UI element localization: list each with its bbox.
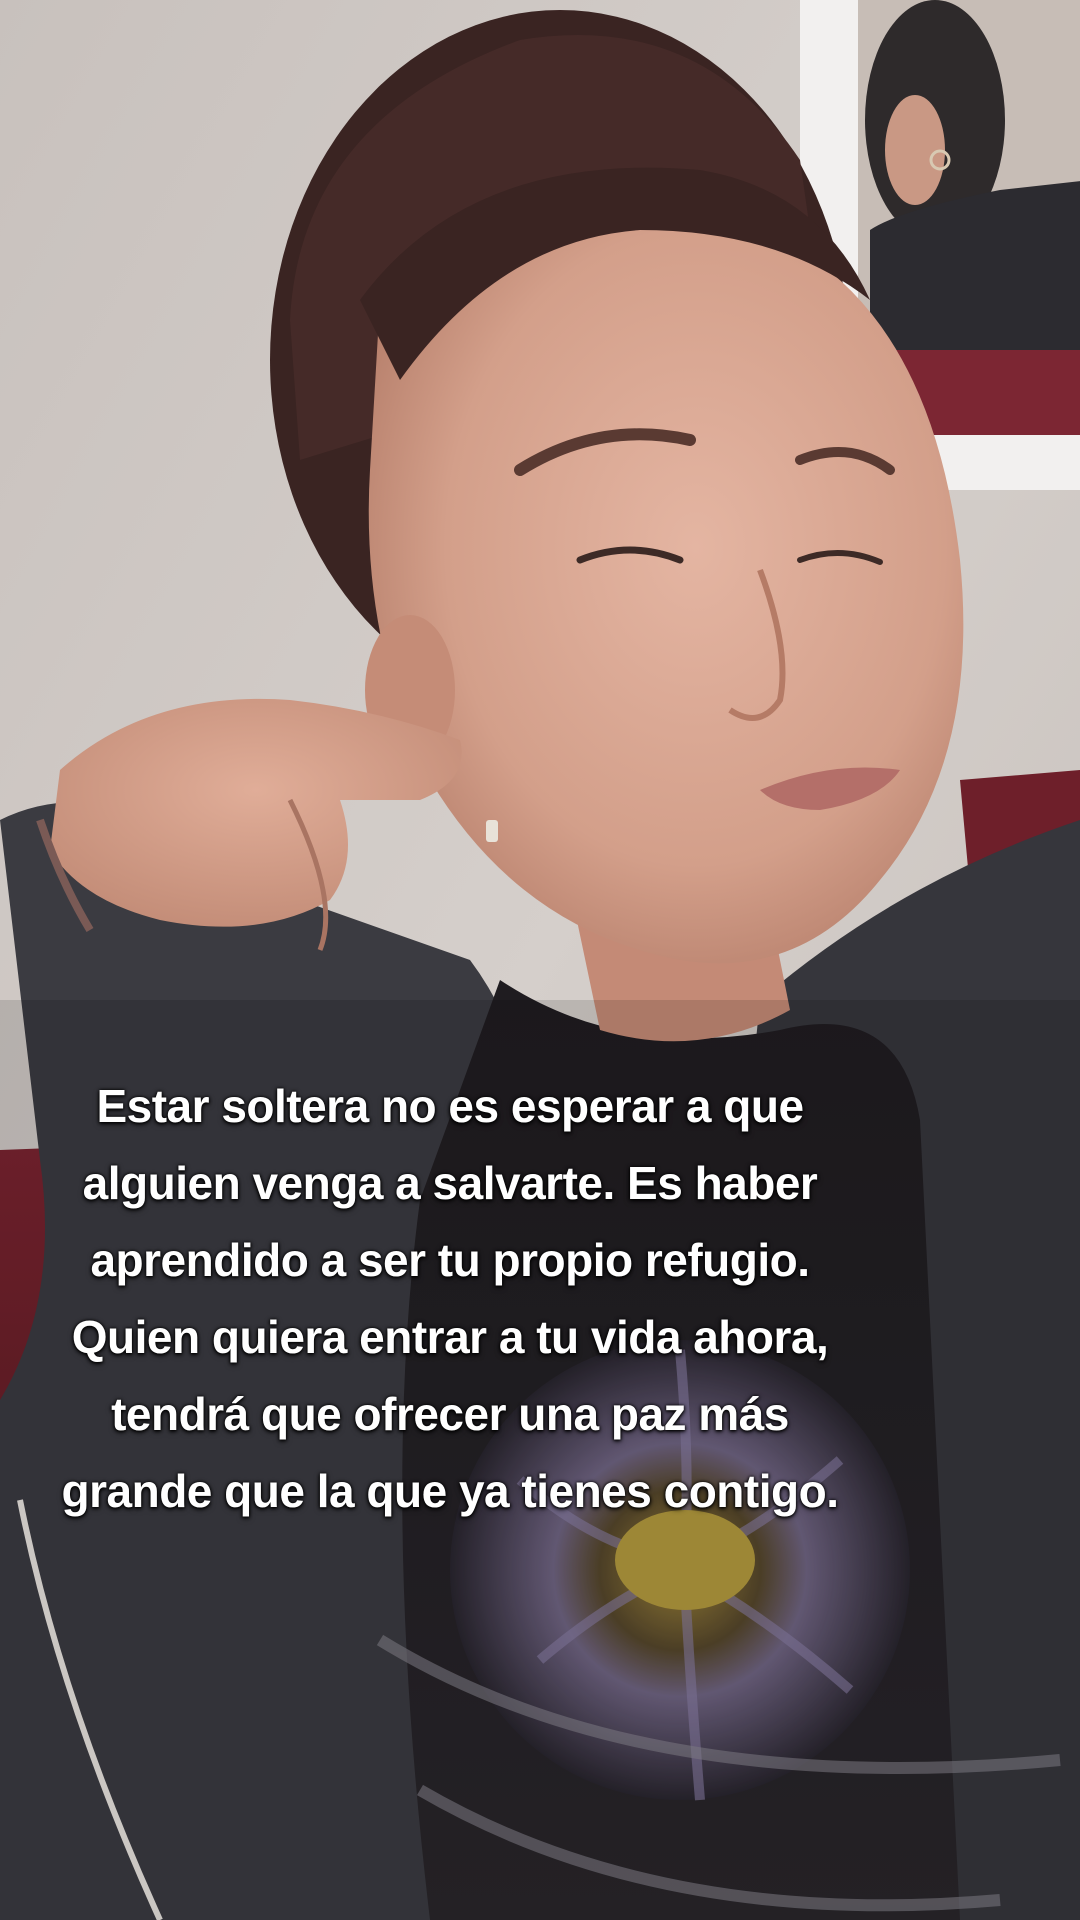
- caption-line-1: Estar soltera no es esperar a que: [96, 1080, 804, 1132]
- overlay-caption: Estar soltera no es esperar a que alguie…: [0, 1068, 900, 1530]
- selfie-photo: [0, 0, 1080, 1920]
- caption-line-3: aprendido a ser tu propio refugio.: [90, 1234, 810, 1286]
- caption-line-5: tendrá que ofrecer una paz más: [111, 1388, 789, 1440]
- caption-line-4: Quien quiera entrar a tu vida ahora,: [71, 1311, 829, 1363]
- caption-line-2: alguien venga a salvarte. Es haber: [82, 1157, 818, 1209]
- caption-line-6: grande que la que ya tienes contigo.: [61, 1465, 839, 1517]
- video-frame: Estar soltera no es esperar a que alguie…: [0, 0, 1080, 1920]
